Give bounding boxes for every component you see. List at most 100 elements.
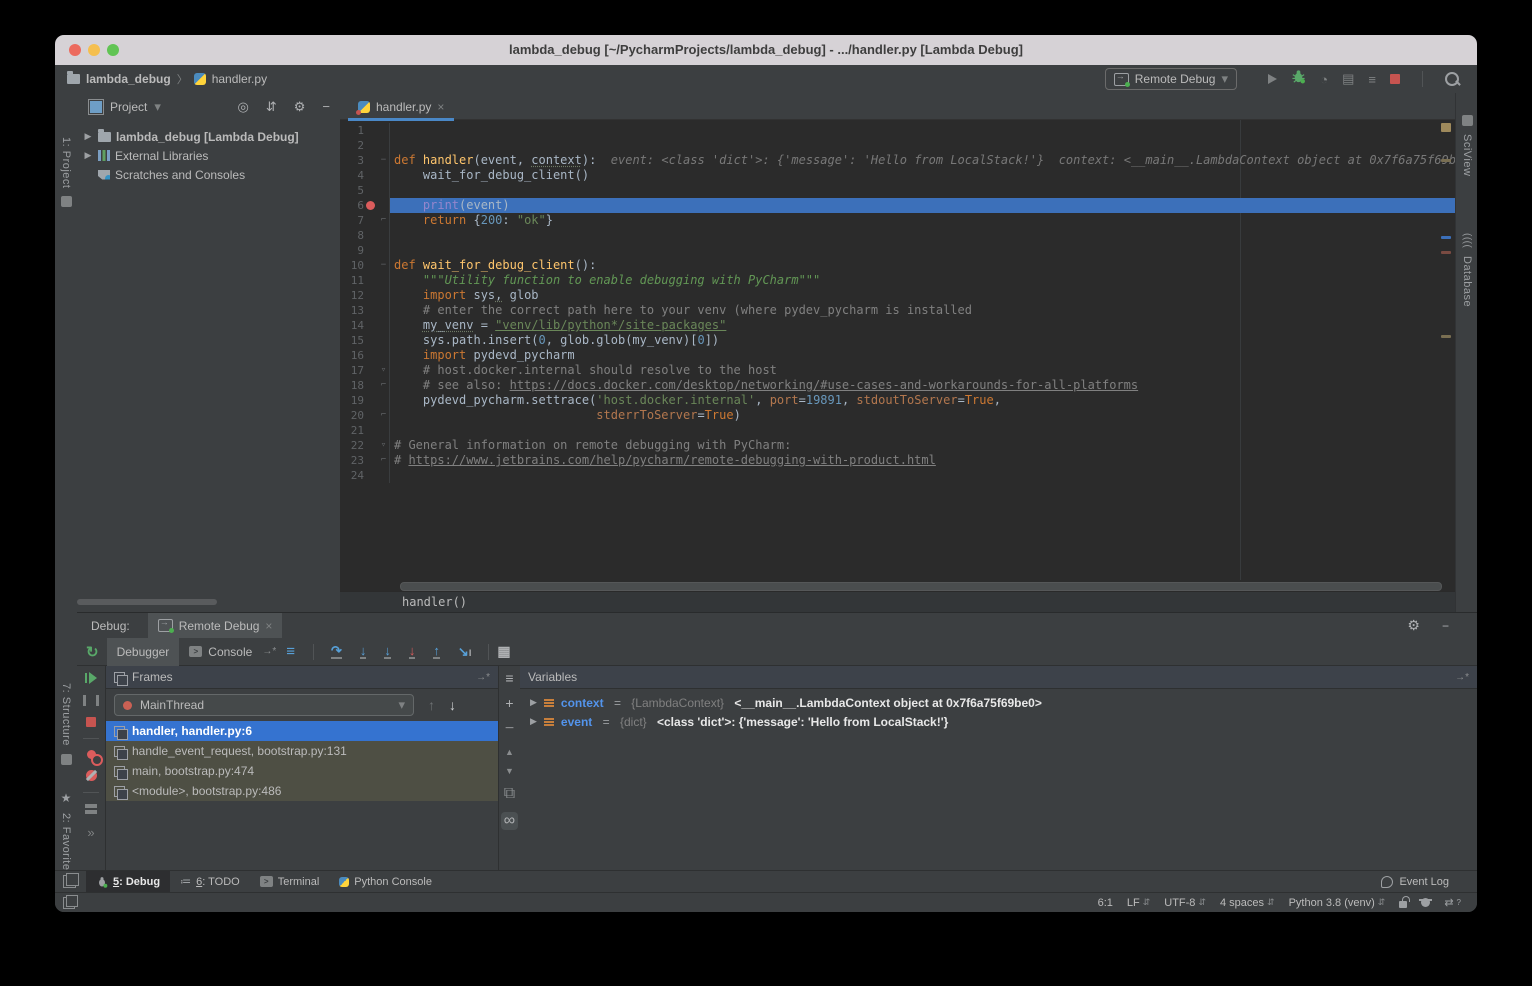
variable-row[interactable]: ▶context = {LambdaContext} <__main__.Lam… [520,693,1477,712]
toolwindow-tab-todo[interactable]: ≔ 6: TODO [170,871,250,893]
evaluate-expression-icon[interactable]: ▦ [497,643,510,660]
rerun-icon[interactable]: ↻ [86,643,99,661]
expand-arrow-icon[interactable]: ▶ [83,150,93,161]
tree-item-project-root[interactable]: ▶ lambda_debug [Lambda Debug] [77,127,340,146]
toolwindow-tab-python-console[interactable]: Python Console [329,871,442,893]
error-stripe-execution-mark[interactable] [1441,236,1451,239]
mute-breakpoints-icon[interactable] [86,770,97,781]
threads-view-icon[interactable]: ≡ [286,643,295,660]
scope-breadcrumb[interactable]: handler() [402,595,467,609]
sync-icon[interactable]: ⇄? [1444,896,1461,909]
run-to-cursor-icon[interactable]: ↘I [458,644,471,660]
code-line[interactable]: 19 pydevd_pycharm.settrace('host.docker.… [340,393,1455,408]
code-line[interactable]: 3−def handler(event, context): event: <c… [340,153,1455,168]
expand-arrow-icon[interactable]: ▶ [83,131,93,142]
tab-handler-py[interactable]: handler.py × [348,93,454,120]
code-line[interactable]: 12 import sys, glob [340,288,1455,303]
move-up-icon[interactable]: ▲ [505,747,514,757]
code-line[interactable]: 4 wait_for_debug_client() [340,168,1455,183]
concurrency-diagram-icon[interactable]: ≡ [1368,72,1376,87]
encoding-select[interactable]: UTF-8⇵ [1164,897,1206,909]
caret-position[interactable]: 6:1 [1098,897,1113,909]
step-into-my-code-icon[interactable]: ↓ [384,645,391,659]
move-down-icon[interactable]: ▼ [505,766,514,776]
line-ending-select[interactable]: LF⇵ [1127,897,1150,909]
code-line[interactable]: 5 [340,183,1455,198]
code-line[interactable]: 1 [340,123,1455,138]
thread-select[interactable]: MainThread ▾ [114,694,414,716]
run-configuration-select[interactable]: Remote Debug ▾ [1105,68,1237,90]
code-line[interactable]: 14 my_venv = "venv/lib/python*/site-pack… [340,318,1455,333]
error-stripe-mark[interactable] [1441,251,1451,254]
tool-window-switcher-icon[interactable] [63,875,76,888]
code-line[interactable]: 18⌐ # see also: https://docs.docker.com/… [340,378,1455,393]
pause-program-icon[interactable] [83,695,99,706]
indent-select[interactable]: 4 spaces⇵ [1220,897,1275,909]
hide-panel-icon[interactable]: − [1442,619,1449,633]
search-everywhere-icon[interactable] [1445,72,1459,86]
frame-row[interactable]: <module>, bootstrap.py:486 [106,781,498,801]
code-line[interactable]: 16 import pydevd_pycharm [340,348,1455,363]
tab-console[interactable]: > Console [179,638,262,666]
sidebar-item-structure[interactable]: 7: Structure [60,683,72,746]
editor-horizontal-scrollbar[interactable] [400,582,1442,591]
add-watch-icon[interactable]: + [505,695,513,711]
step-over-icon[interactable]: ↷ [331,645,342,659]
code-line[interactable]: 13 # enter the correct path here to your… [340,303,1455,318]
code-line[interactable]: 6 print(event) [340,198,1455,213]
gear-icon[interactable]: ⚙ [294,99,306,115]
duplicate-watch-icon[interactable]: ⧉ [504,785,515,803]
code-editor[interactable]: 123−def handler(event, context): event: … [340,120,1455,580]
step-into-icon[interactable]: ↓ [360,645,367,659]
code-line[interactable]: 24 [340,468,1455,483]
tab-debugger[interactable]: Debugger [107,638,180,666]
locate-file-icon[interactable]: ◎ [238,99,249,115]
next-frame-icon[interactable]: ↓ [449,697,456,713]
breadcrumb-project[interactable]: lambda_debug [86,72,171,86]
interpreter-select[interactable]: Python 3.8 (venv)⇵ [1289,897,1386,909]
code-line[interactable]: 9 [340,243,1455,258]
debug-icon[interactable] [1291,69,1306,89]
code-line[interactable]: 22▿# General information on remote debug… [340,438,1455,453]
stop-icon[interactable] [86,717,96,727]
view-breakpoints-icon[interactable] [87,750,96,759]
tree-item-scratches[interactable]: Scratches and Consoles [77,165,340,184]
show-watches-icon[interactable]: ∞ [501,812,518,830]
tool-window-corner-icon[interactable] [63,897,75,909]
breakpoint-icon[interactable] [366,201,375,210]
previous-frame-icon[interactable]: ↑ [428,697,435,713]
profiler-icon[interactable]: ◔ [1320,72,1328,87]
error-stripe-mark[interactable] [1441,159,1451,162]
variable-row[interactable]: ▶event = {dict} <class 'dict'>: {'messag… [520,712,1477,731]
event-log-button[interactable]: Event Log [1381,876,1449,888]
step-out-icon[interactable]: ↑ [433,645,440,659]
sidebar-item-favorites[interactable]: 2: Favorites [60,813,72,876]
lock-icon[interactable] [1399,901,1407,908]
hide-panel-icon[interactable]: − [322,99,330,114]
frame-row[interactable]: handler, handler.py:6 [106,721,498,741]
resume-program-icon[interactable] [85,672,97,684]
close-icon[interactable]: × [265,619,272,633]
code-line[interactable]: 17▿ # host.docker.internal should resolv… [340,363,1455,378]
frame-row[interactable]: handle_event_request, bootstrap.py:131 [106,741,498,761]
gear-icon[interactable]: ⚙ [1407,617,1420,634]
project-panel-title[interactable]: Project [110,100,147,114]
stop-icon[interactable] [1390,74,1400,84]
inspections-profile-icon[interactable] [1421,898,1430,907]
toolwindow-tab-debug[interactable]: 5: Debug [86,871,170,893]
code-line[interactable]: 21 [340,423,1455,438]
code-line[interactable]: 11 """Utility function to enable debuggi… [340,273,1455,288]
code-line[interactable]: 8 [340,228,1455,243]
coverage-icon[interactable]: ▤ [1342,71,1354,87]
code-line[interactable]: 23⌐# https://www.jetbrains.com/help/pych… [340,453,1455,468]
toolwindow-tab-terminal[interactable]: > Terminal [250,871,330,893]
project-horizontal-scrollbar[interactable] [77,599,217,605]
error-stripe-mark[interactable] [1441,335,1451,338]
pin-tab-icon[interactable]: →* [262,646,276,657]
remove-watch-icon[interactable]: − [505,720,514,738]
run-icon[interactable] [1268,74,1277,84]
chevron-down-icon[interactable]: ▾ [154,99,161,115]
sidebar-item-database[interactable]: Database [1461,256,1473,307]
code-line[interactable]: 10−def wait_for_debug_client(): [340,258,1455,273]
code-line[interactable]: 7⌐ return {200: "ok"} [340,213,1455,228]
